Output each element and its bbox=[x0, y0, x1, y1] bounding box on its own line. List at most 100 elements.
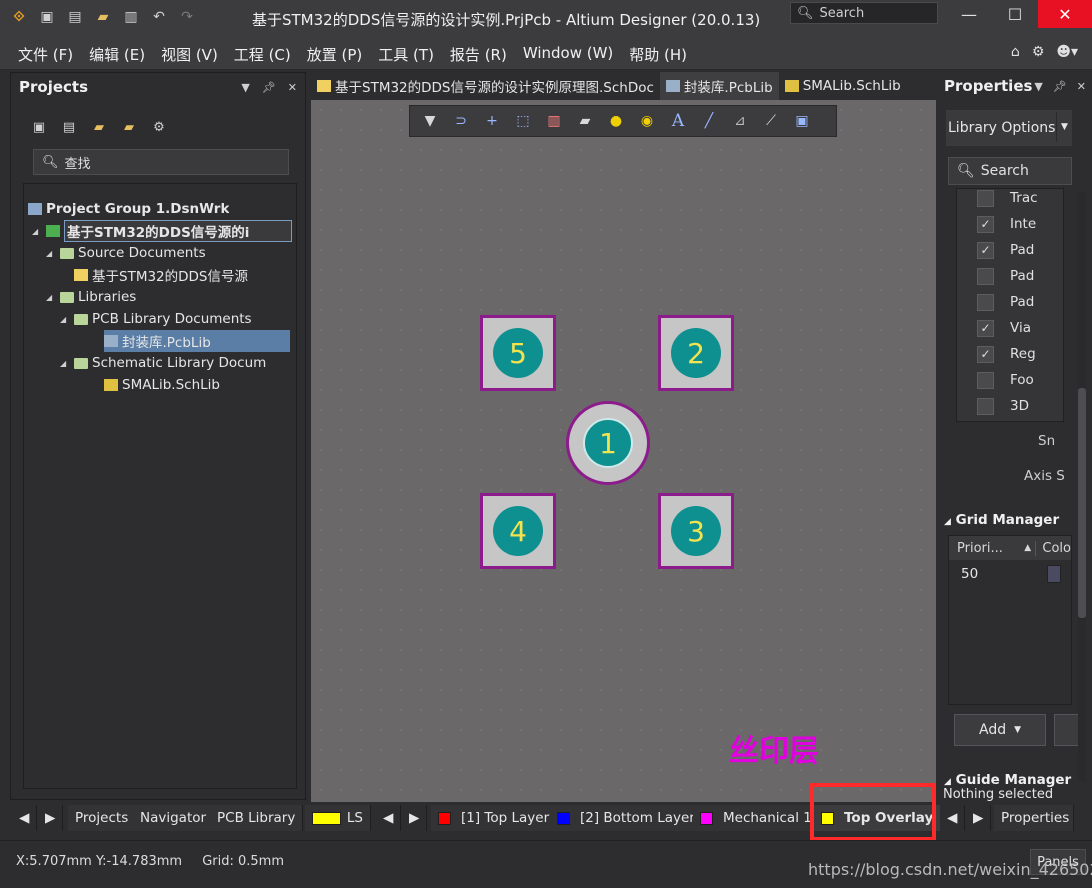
collapse-arrow-icon[interactable]: ◢ bbox=[60, 315, 70, 324]
tree-item-pcb-library-documents[interactable]: ◢ PCB Library Documents bbox=[60, 308, 252, 330]
pin-icon[interactable]: 📌︎ bbox=[262, 81, 276, 94]
menu-help[interactable]: 帮助 (H) bbox=[629, 44, 687, 65]
layer-scroll-left-icon[interactable]: ◀ bbox=[376, 805, 401, 831]
menu-project[interactable]: 工程 (C) bbox=[234, 44, 291, 65]
tree-item-source-documents[interactable]: ◢ Source Documents bbox=[46, 242, 206, 264]
collapse-arrow-icon[interactable]: ◢ bbox=[32, 227, 42, 236]
pad-3[interactable]: 3 bbox=[658, 493, 734, 569]
gear-icon[interactable]: ⚙ bbox=[149, 117, 169, 137]
priority-column-header[interactable]: Priori... bbox=[949, 541, 1024, 556]
color-column-header[interactable]: Colo bbox=[1035, 540, 1071, 556]
tree-item-project-group[interactable]: Project Group 1.DsnWrk bbox=[28, 198, 229, 220]
collapse-arrow-icon[interactable]: ◢ bbox=[60, 359, 70, 368]
filter-row[interactable]: Pad bbox=[957, 263, 1063, 289]
tree-item-schlib[interactable]: SMALib.SchLib bbox=[104, 374, 220, 396]
layer-scroll-left-icon[interactable]: ◀ bbox=[940, 805, 965, 831]
pad-4[interactable]: 4 bbox=[480, 493, 556, 569]
filter-row[interactable]: 3D bbox=[957, 393, 1063, 419]
library-options-dropdown[interactable]: Library Options bbox=[946, 110, 1072, 146]
menu-place[interactable]: 放置 (P) bbox=[307, 44, 363, 65]
line-icon[interactable]: ╱ bbox=[699, 111, 719, 131]
tree-item-libraries[interactable]: ◢ Libraries bbox=[46, 286, 136, 308]
text-icon[interactable]: A bbox=[668, 111, 688, 131]
pad-1[interactable]: 1 bbox=[566, 401, 650, 485]
component-icon[interactable]: ▰ bbox=[575, 111, 595, 131]
checkbox[interactable]: ✓ bbox=[977, 241, 994, 259]
pad-2[interactable]: 2 bbox=[658, 315, 734, 391]
menu-edit[interactable]: 编辑 (E) bbox=[89, 44, 145, 65]
properties-search-input[interactable]: 🔍︎ Search bbox=[948, 157, 1072, 185]
maximize-button[interactable]: ☐ bbox=[992, 0, 1038, 28]
tree-item-schematic-doc[interactable]: 基于STM32的DDS信号源 bbox=[74, 264, 248, 286]
guide-manager-section[interactable]: ◢ Guide Manager bbox=[944, 772, 1071, 788]
menu-reports[interactable]: 报告 (R) bbox=[450, 44, 507, 65]
fill-icon[interactable]: ▣ bbox=[792, 111, 812, 131]
checkbox[interactable]: ✓ bbox=[977, 345, 994, 363]
pcb-canvas[interactable]: ▼ ⊃ + ⬚ ▥ ▰ ● ◉ A ╱ ⊿ ⟋ ▣ 5 2 1 4 3 丝印层 bbox=[311, 100, 936, 802]
altium-logo-icon[interactable]: ⟐ bbox=[8, 6, 30, 28]
tab-properties[interactable]: Properties bbox=[994, 805, 1074, 831]
add-grid-button[interactable]: Add ▼ bbox=[954, 714, 1046, 746]
tab-pcb-library[interactable]: PCB Library bbox=[210, 805, 304, 831]
tree-item-pcblib[interactable]: 封装库.PcbLib bbox=[104, 330, 290, 352]
filter-row[interactable]: Foo bbox=[957, 367, 1063, 393]
pin-icon[interactable]: 📌︎ bbox=[1053, 80, 1067, 93]
properties-scrollbar[interactable] bbox=[1078, 192, 1086, 782]
open-project-icon[interactable]: ▥ bbox=[120, 6, 142, 28]
collapse-arrow-icon[interactable]: ◢ bbox=[46, 249, 56, 258]
filter-row[interactable]: ✓ Pad bbox=[957, 237, 1063, 263]
checkbox[interactable]: ✓ bbox=[977, 319, 994, 337]
panel-menu-icon[interactable]: ▼ bbox=[1034, 80, 1042, 93]
layer-set-button[interactable]: LS bbox=[305, 805, 371, 831]
table-row[interactable]: 50 bbox=[949, 560, 1071, 588]
via-icon[interactable]: ● bbox=[606, 111, 626, 131]
route-icon[interactable]: ⊃ bbox=[451, 111, 471, 131]
filter-row[interactable]: ✓ Reg bbox=[957, 341, 1063, 367]
menu-tools[interactable]: 工具 (T) bbox=[378, 44, 434, 65]
dimension-icon[interactable]: ⊿ bbox=[730, 111, 750, 131]
tree-item-schematic-library-documents[interactable]: ◢ Schematic Library Docum bbox=[60, 352, 266, 374]
layer-tab-bottom-layer[interactable]: [2] Bottom Layer bbox=[550, 805, 703, 831]
tab-pcblib[interactable]: 封装库.PcbLib bbox=[659, 72, 779, 100]
grid-manager-section[interactable]: ◢ Grid Manager bbox=[944, 512, 1059, 528]
pad-icon[interactable]: ◉ bbox=[637, 111, 657, 131]
checkbox[interactable] bbox=[977, 397, 994, 415]
grid-color-swatch[interactable] bbox=[1047, 565, 1061, 583]
close-icon[interactable]: ✕ bbox=[1077, 80, 1086, 93]
minimize-button[interactable]: — bbox=[946, 0, 992, 28]
undo-icon[interactable]: ↶ bbox=[148, 6, 170, 28]
tab-schdoc[interactable]: 基于STM32的DDS信号源的设计实例原理图.SchDoc bbox=[311, 72, 660, 100]
filter-row[interactable]: Pad bbox=[957, 289, 1063, 315]
checkbox[interactable] bbox=[977, 189, 994, 207]
tab-projects[interactable]: Projects bbox=[68, 805, 137, 831]
save-icon[interactable]: ▣ bbox=[29, 117, 49, 137]
tab-schlib[interactable]: SMALib.SchLib bbox=[779, 72, 907, 100]
select-rect-icon[interactable]: ⬚ bbox=[513, 111, 533, 131]
copy-icon[interactable]: ▤ bbox=[59, 117, 79, 137]
filter-row[interactable]: Trac bbox=[957, 189, 1063, 211]
close-icon[interactable]: ✕ bbox=[288, 81, 297, 94]
layer-scroll-right-icon[interactable]: ▶ bbox=[966, 805, 991, 831]
save-icon[interactable]: ▣ bbox=[36, 6, 58, 28]
panel-menu-icon[interactable]: ▼ bbox=[241, 81, 249, 94]
scrollbar-thumb[interactable] bbox=[1078, 388, 1086, 618]
menu-view[interactable]: 视图 (V) bbox=[161, 44, 218, 65]
chevron-down-icon[interactable]: ▼ bbox=[1056, 112, 1072, 142]
filter-row[interactable]: ✓ Via bbox=[957, 315, 1063, 341]
checkbox[interactable] bbox=[977, 371, 994, 389]
home-icon[interactable]: ⌂ bbox=[1011, 44, 1020, 60]
global-search-input[interactable]: 🔍︎ Search bbox=[790, 2, 938, 24]
menu-window[interactable]: Window (W) bbox=[523, 44, 613, 65]
save-all-icon[interactable]: ▤ bbox=[64, 6, 86, 28]
tree-item-project[interactable]: ◢ 基于STM32的DDS信号源的i bbox=[32, 220, 292, 242]
redo-icon[interactable]: ↷ bbox=[176, 6, 198, 28]
open-icon[interactable]: ▰ bbox=[92, 6, 114, 28]
layer-tab-mechanical-1[interactable]: Mechanical 1 bbox=[693, 805, 820, 831]
pad-5[interactable]: 5 bbox=[480, 315, 556, 391]
cross-icon[interactable]: + bbox=[482, 111, 502, 131]
checkbox[interactable] bbox=[977, 267, 994, 285]
collapse-arrow-icon[interactable]: ◢ bbox=[46, 293, 56, 302]
chart-icon[interactable]: ▥ bbox=[544, 111, 564, 131]
menu-file[interactable]: 文件 (F) bbox=[18, 44, 73, 65]
gear-icon[interactable]: ⚙ bbox=[1032, 44, 1045, 60]
